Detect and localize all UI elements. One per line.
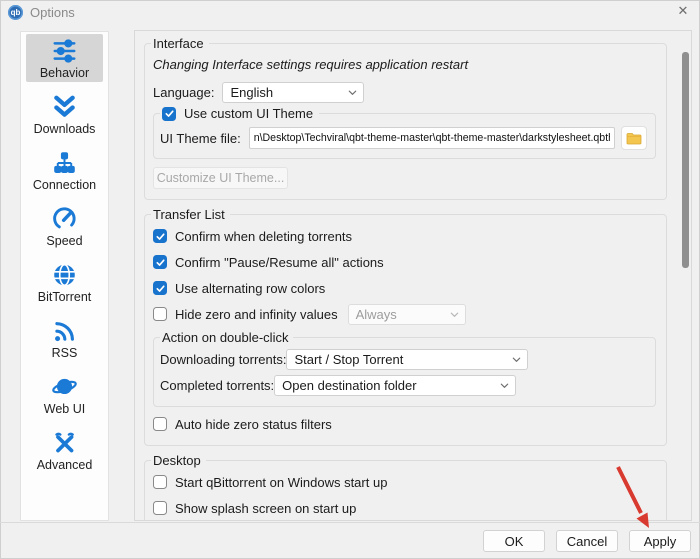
sidebar-item-label: BitTorrent	[37, 290, 92, 304]
speedometer-icon	[50, 205, 80, 233]
folder-icon	[626, 132, 642, 144]
alternating-rows-row: Use alternating row colors	[153, 275, 656, 301]
confirm-delete-label: Confirm when deleting torrents	[175, 228, 353, 244]
sidebar-item-webui[interactable]: Web UI	[26, 370, 103, 418]
sidebar-item-behavior[interactable]: Behavior	[26, 34, 103, 82]
confirm-pause-resume-checkbox[interactable]	[153, 255, 167, 269]
downloading-torrents-label: Downloading torrents:	[160, 351, 287, 367]
double-click-group-title: Action on double-click	[162, 330, 289, 345]
auto-hide-filters-label: Auto hide zero status filters	[175, 416, 332, 432]
language-label: Language:	[153, 84, 215, 100]
sidebar-item-label: Connection	[32, 178, 97, 192]
sidebar-item-speed[interactable]: Speed	[26, 202, 103, 250]
use-custom-theme-label: Use custom UI Theme	[184, 106, 314, 121]
desktop-section-title: Desktop	[153, 453, 201, 468]
completed-torrents-label: Completed torrents:	[160, 377, 275, 393]
sidebar-item-advanced[interactable]: Advanced	[26, 426, 103, 474]
start-on-windows-checkbox[interactable]	[153, 475, 167, 489]
customize-theme-button[interactable]: Customize UI Theme...	[153, 167, 288, 189]
confirm-pause-resume-label: Confirm "Pause/Resume all" actions	[175, 254, 384, 270]
chevron-down-icon	[449, 309, 460, 320]
use-custom-theme-checkbox[interactable]	[162, 106, 176, 121]
downloading-action-select[interactable]: Start / Stop Torrent	[286, 348, 529, 370]
transfer-list-section-title: Transfer List	[153, 207, 225, 222]
behavior-settings-panel: Interface Changing Interface settings re…	[134, 30, 692, 521]
completed-action-value: Open destination folder	[282, 377, 417, 393]
network-tree-icon	[50, 149, 80, 177]
titlebar: qb Options ✕	[0, 0, 700, 24]
category-sidebar: Behavior Downloads Connection Speed BitT…	[20, 31, 109, 521]
dialog-footer: OK Cancel Apply	[0, 522, 700, 559]
start-on-windows-row: Start qBittorrent on Windows start up	[153, 469, 656, 495]
transfer-list-section: Transfer List Confirm when deleting torr…	[144, 207, 667, 446]
sidebar-item-rss[interactable]: RSS	[26, 314, 103, 362]
close-icon[interactable]: ✕	[674, 2, 692, 20]
desktop-section: Desktop Start qBittorrent on Windows sta…	[144, 453, 667, 520]
hide-zero-checkbox[interactable]	[153, 307, 167, 321]
language-selected-value: English	[230, 84, 274, 100]
custom-theme-group: Use custom UI Theme UI Theme file:	[153, 106, 656, 159]
sliders-icon	[50, 37, 80, 65]
sidebar-item-label: Behavior	[39, 66, 90, 80]
completed-action-select[interactable]: Open destination folder	[274, 374, 517, 396]
splash-screen-row: Show splash screen on start up	[153, 495, 656, 520]
alternating-rows-label: Use alternating row colors	[175, 280, 326, 296]
splash-screen-checkbox[interactable]	[153, 501, 167, 515]
confirm-delete-row: Confirm when deleting torrents	[153, 223, 656, 249]
confirm-delete-checkbox[interactable]	[153, 229, 167, 243]
globe-icon	[50, 261, 80, 289]
apply-button[interactable]: Apply	[629, 530, 691, 552]
hide-zero-row: Hide zero and infinity values Always	[153, 301, 656, 327]
sidebar-item-bittorrent[interactable]: BitTorrent	[26, 258, 103, 306]
auto-hide-filters-checkbox[interactable]	[153, 417, 167, 431]
interface-section: Interface Changing Interface settings re…	[144, 36, 667, 200]
interface-section-title: Interface	[153, 36, 204, 51]
sidebar-item-label: Advanced	[36, 458, 93, 472]
restart-note: Changing Interface settings requires app…	[153, 57, 469, 72]
hide-zero-label: Hide zero and infinity values	[175, 306, 338, 322]
sidebar-item-label: Speed	[46, 234, 83, 248]
sidebar-item-label: Web UI	[43, 402, 86, 416]
chevron-down-icon	[499, 380, 510, 391]
downloading-action-value: Start / Stop Torrent	[294, 351, 404, 367]
splash-screen-label: Show splash screen on start up	[175, 500, 357, 516]
rss-icon	[50, 317, 80, 345]
ok-button[interactable]: OK	[483, 530, 545, 552]
double-click-group: Action on double-click Downloading torre…	[153, 330, 656, 407]
sidebar-item-connection[interactable]: Connection	[26, 146, 103, 194]
hide-zero-when-value: Always	[355, 306, 397, 322]
theme-file-input[interactable]	[248, 127, 615, 149]
language-select[interactable]: English	[222, 81, 365, 103]
planet-icon	[50, 373, 80, 401]
start-on-windows-label: Start qBittorrent on Windows start up	[175, 474, 388, 490]
vertical-scrollbar[interactable]	[682, 52, 689, 268]
chevron-down-icon	[511, 354, 522, 365]
sidebar-item-label: RSS	[51, 346, 78, 360]
hide-zero-when-select: Always	[347, 303, 466, 325]
options-dialog: qb Options ✕ Behavior Downloads Connecti…	[0, 0, 700, 559]
cancel-button[interactable]: Cancel	[556, 530, 618, 552]
chevron-down-icon	[347, 87, 358, 98]
sidebar-item-label: Downloads	[33, 122, 96, 136]
confirm-pause-resume-row: Confirm "Pause/Resume all" actions	[153, 249, 656, 275]
browse-folder-button[interactable]	[621, 126, 647, 150]
qbittorrent-logo-icon: qb	[8, 4, 23, 20]
alternating-rows-checkbox[interactable]	[153, 281, 167, 295]
auto-hide-filters-row: Auto hide zero status filters	[153, 411, 656, 437]
sidebar-item-downloads[interactable]: Downloads	[26, 90, 103, 138]
double-chevron-down-icon	[50, 93, 80, 121]
window-title: Options	[30, 4, 75, 20]
crossed-tools-icon	[50, 429, 80, 457]
theme-file-label: UI Theme file:	[160, 130, 241, 146]
